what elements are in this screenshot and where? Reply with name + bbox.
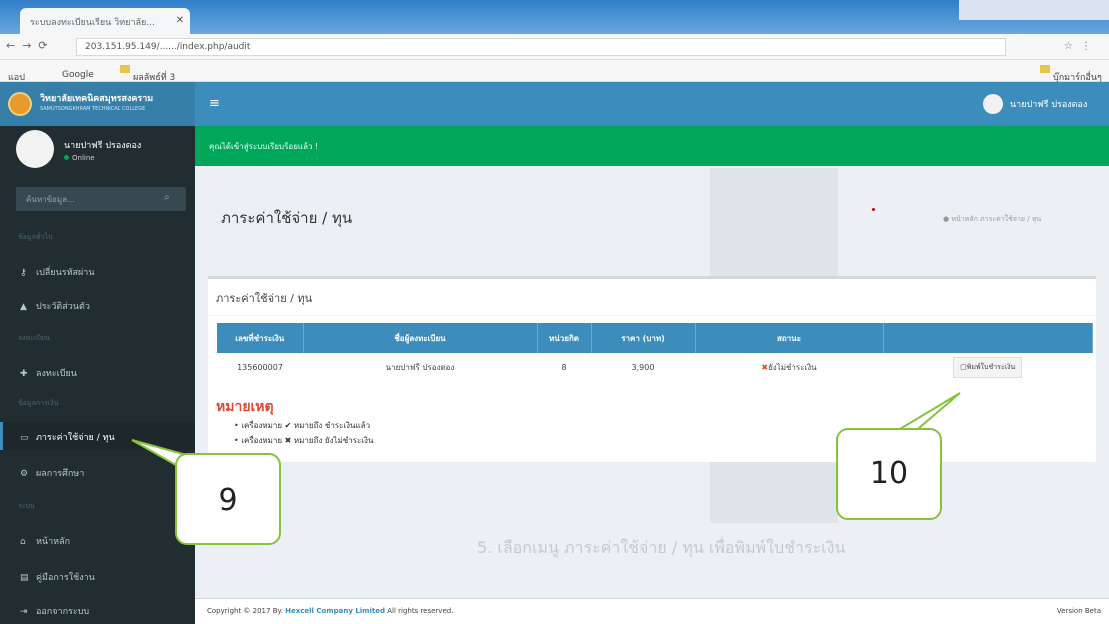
- callout-pointers: [131, 392, 961, 474]
- callout-9: 9: [175, 453, 281, 545]
- callout-10: 10: [836, 428, 942, 520]
